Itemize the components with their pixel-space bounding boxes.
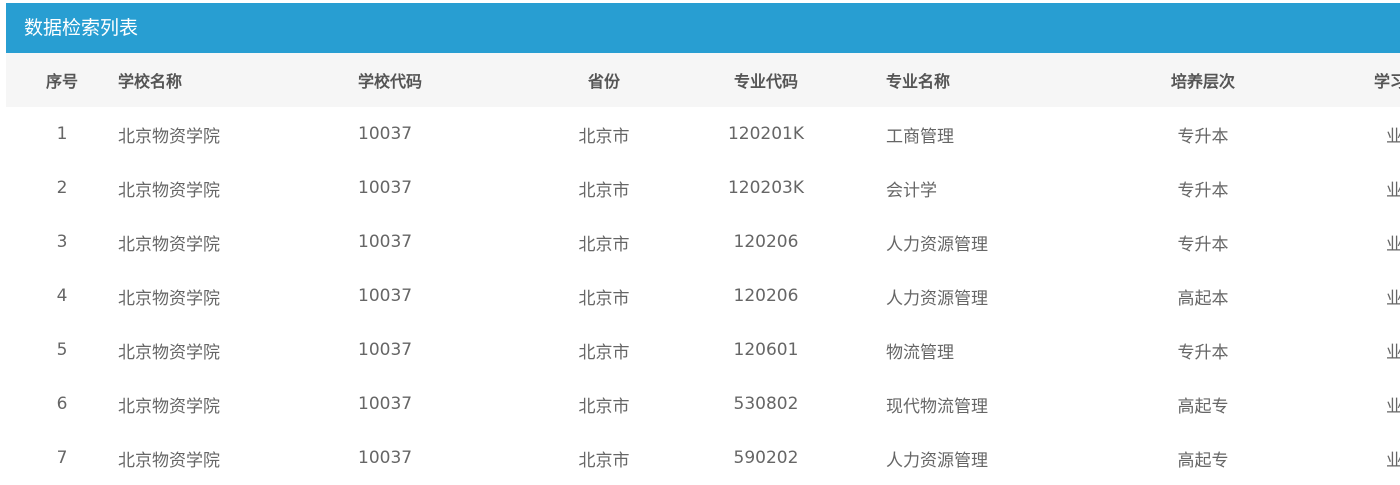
cell-major-name: 物流管理: [886, 342, 954, 363]
cell-school-code: 10037: [358, 178, 413, 198]
column-header-study-form: 学习形式: [1373, 72, 1400, 91]
cell-school-name: 北京物资学院: [118, 234, 220, 255]
cell-school-code: 10037: [358, 232, 413, 252]
table-header-row: 序号 学校名称 学校代码 省份 专业代码 专业名称 培养层次 学习形式: [6, 53, 1400, 107]
cell-province: 北京市: [578, 396, 630, 417]
cell-study-form: 业余: [1386, 450, 1400, 471]
column-header-major-code: 专业代码: [733, 72, 798, 91]
results-table: 序号 学校名称 学校代码 省份 专业代码 专业名称 培养层次 学习形式 1 北京…: [6, 53, 1400, 485]
cell-school-code: 10037: [358, 394, 413, 414]
table-row: 7 北京物资学院 10037 北京市 590202 人力资源管理 高起专 业余: [6, 431, 1400, 485]
table-row: 3 北京物资学院 10037 北京市 120206 人力资源管理 专升本 业余: [6, 215, 1400, 269]
cell-major-code: 530802: [733, 394, 799, 414]
cell-study-form: 业余: [1386, 396, 1400, 417]
cell-index: 3: [56, 232, 68, 252]
cell-major-name: 现代物流管理: [886, 396, 988, 417]
cell-school-name: 北京物资学院: [118, 180, 220, 201]
cell-study-form: 业余: [1386, 126, 1400, 147]
cell-index: 5: [56, 340, 68, 360]
table-row: 6 北京物资学院 10037 北京市 530802 现代物流管理 高起专 业余: [6, 377, 1400, 431]
cell-level: 专升本: [1177, 342, 1229, 363]
cell-level: 专升本: [1177, 234, 1229, 255]
panel-title: 数据检索列表: [6, 3, 1400, 53]
cell-major-name: 人力资源管理: [886, 288, 988, 309]
cell-index: 6: [56, 394, 68, 414]
cell-province: 北京市: [578, 234, 630, 255]
table-row: 5 北京物资学院 10037 北京市 120601 物流管理 专升本 业余: [6, 323, 1400, 377]
cell-level: 高起本: [1177, 288, 1229, 309]
cell-school-code: 10037: [358, 448, 413, 468]
cell-province: 北京市: [578, 288, 630, 309]
column-header-major-name: 专业名称: [886, 72, 951, 91]
cell-major-name: 人力资源管理: [886, 234, 988, 255]
cell-level: 专升本: [1177, 180, 1229, 201]
cell-major-code: 120601: [733, 340, 799, 360]
cell-level: 高起专: [1177, 396, 1229, 417]
cell-major-code: 120203K: [727, 178, 805, 198]
data-search-panel: 数据检索列表 序号 学校名称 学校代码 省份 专业代码 专业名称 培养层次 学习…: [6, 3, 1400, 484]
cell-major-code: 120206: [733, 232, 799, 252]
cell-index: 7: [56, 448, 68, 468]
table-body: 1 北京物资学院 10037 北京市 120201K 工商管理 专升本 业余 2…: [6, 107, 1400, 485]
cell-province: 北京市: [578, 126, 630, 147]
cell-level: 高起专: [1177, 450, 1229, 471]
cell-level: 专升本: [1177, 126, 1229, 147]
cell-major-name: 工商管理: [886, 126, 954, 147]
cell-major-code: 120201K: [727, 124, 805, 144]
column-header-province: 省份: [587, 72, 620, 91]
cell-school-name: 北京物资学院: [118, 342, 220, 363]
cell-index: 4: [56, 286, 68, 306]
cell-school-code: 10037: [358, 124, 413, 144]
cell-school-name: 北京物资学院: [118, 126, 220, 147]
cell-school-code: 10037: [358, 340, 413, 360]
cell-school-name: 北京物资学院: [118, 396, 220, 417]
cell-major-code: 120206: [733, 286, 799, 306]
cell-province: 北京市: [578, 450, 630, 471]
cell-major-name: 会计学: [886, 180, 937, 201]
cell-major-name: 人力资源管理: [886, 450, 988, 471]
table-row: 4 北京物资学院 10037 北京市 120206 人力资源管理 高起本 业余: [6, 269, 1400, 323]
cell-school-code: 10037: [358, 286, 413, 306]
table-row: 1 北京物资学院 10037 北京市 120201K 工商管理 专升本 业余: [6, 107, 1400, 161]
cell-province: 北京市: [578, 342, 630, 363]
column-header-school-name: 学校名称: [118, 72, 183, 91]
table-row: 2 北京物资学院 10037 北京市 120203K 会计学 专升本 业余: [6, 161, 1400, 215]
column-header-index: 序号: [45, 72, 78, 91]
cell-study-form: 业余: [1386, 342, 1400, 363]
cell-school-name: 北京物资学院: [118, 450, 220, 471]
column-header-level: 培养层次: [1170, 72, 1235, 91]
cell-index: 2: [56, 178, 68, 198]
cell-major-code: 590202: [733, 448, 799, 468]
cell-study-form: 业余: [1386, 288, 1400, 309]
cell-study-form: 业余: [1386, 180, 1400, 201]
cell-index: 1: [56, 124, 68, 144]
cell-school-name: 北京物资学院: [118, 288, 220, 309]
column-header-school-code: 学校代码: [358, 72, 423, 91]
cell-study-form: 业余: [1386, 234, 1400, 255]
cell-province: 北京市: [578, 180, 630, 201]
table-header: 序号 学校名称 学校代码 省份 专业代码 专业名称 培养层次 学习形式: [6, 53, 1400, 107]
